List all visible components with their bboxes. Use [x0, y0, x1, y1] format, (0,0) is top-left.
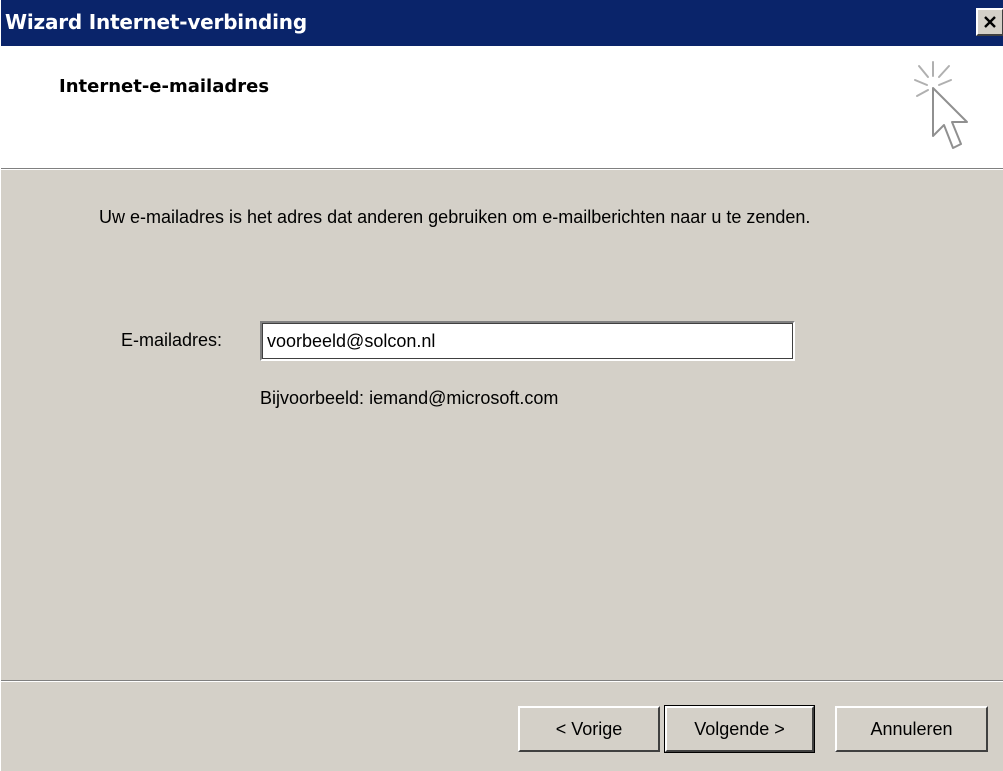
email-label: E-mailadres:: [121, 330, 223, 350]
wizard-window: Wizard Internet-verbinding Internet-e-ma…: [0, 0, 1003, 771]
title-bar[interactable]: Wizard Internet-verbinding: [1, 0, 1003, 46]
close-icon: [984, 16, 996, 28]
intro-text: Uw e-mailadres is het adres dat anderen …: [99, 207, 811, 227]
cancel-button[interactable]: Annuleren: [835, 706, 988, 752]
back-button[interactable]: < Vorige: [518, 706, 660, 752]
email-input[interactable]: [260, 321, 795, 361]
window-title: Wizard Internet-verbinding: [5, 10, 307, 34]
email-example-hint: Bijvoorbeeld: iemand@microsoft.com: [260, 388, 559, 408]
header-panel: Internet-e-mailadres: [1, 46, 1003, 168]
close-button[interactable]: [976, 8, 1003, 36]
page-title: Internet-e-mailadres: [59, 76, 270, 97]
wizard-cursor-icon: [914, 61, 968, 149]
next-button[interactable]: Volgende >: [664, 705, 815, 753]
